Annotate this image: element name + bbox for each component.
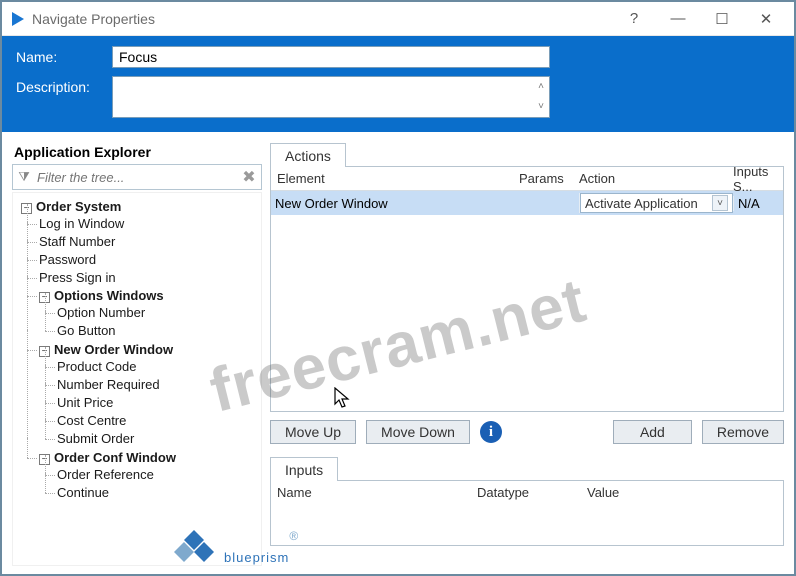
move-up-button[interactable]: Move Up	[270, 420, 356, 444]
clear-filter-icon[interactable]: ✖	[237, 167, 261, 187]
tree-item[interactable]: Unit Price	[57, 393, 261, 411]
col-params[interactable]: Params	[519, 171, 579, 186]
tree-item[interactable]: Order Conf Window	[54, 450, 176, 465]
tree-item[interactable]: Order Reference	[57, 465, 261, 483]
move-down-button[interactable]: Move Down	[366, 420, 470, 444]
col-datatype[interactable]: Datatype	[477, 485, 587, 500]
spin-up-icon[interactable]: ˄	[533, 76, 549, 96]
help-button[interactable]: ?	[612, 4, 656, 34]
tree-item[interactable]: Option Number	[57, 303, 261, 321]
application-tree[interactable]: −Order System Log in Window Staff Number…	[12, 192, 262, 566]
tree-item[interactable]: Options Windows	[54, 288, 164, 303]
tab-inputs[interactable]: Inputs	[270, 457, 338, 481]
col-action[interactable]: Action	[579, 171, 733, 186]
window-frame: Navigate Properties ? — ☐ ✕ Name: Descri…	[0, 0, 796, 576]
filter-icon: ⧩	[13, 169, 35, 185]
application-explorer-title: Application Explorer	[14, 144, 262, 160]
header-band: Name: Description: ˄ ˅	[2, 36, 794, 132]
add-button[interactable]: Add	[613, 420, 692, 444]
tree-item[interactable]: Go Button	[57, 321, 261, 339]
description-input[interactable]	[112, 76, 550, 118]
tab-actions[interactable]: Actions	[270, 143, 346, 167]
tree-item[interactable]: Staff Number	[39, 232, 261, 250]
remove-button[interactable]: Remove	[702, 420, 784, 444]
window-title: Navigate Properties	[32, 11, 612, 27]
action-dropdown[interactable]: Activate Application ˅	[580, 193, 733, 213]
application-explorer-panel: Application Explorer ⧩ ✖ −Order System L…	[12, 138, 262, 566]
col-name[interactable]: Name	[277, 485, 477, 500]
tree-root[interactable]: Order System	[36, 199, 121, 214]
col-value[interactable]: Value	[587, 485, 777, 500]
app-triangle-icon	[12, 12, 24, 26]
cell-element[interactable]: New Order Window	[271, 196, 519, 211]
tree-item[interactable]: New Order Window	[54, 342, 173, 357]
cell-inputs: N/A	[733, 196, 783, 211]
tree-item[interactable]: Press Sign in	[39, 268, 261, 286]
tree-item[interactable]: Submit Order	[57, 429, 261, 447]
filter-input[interactable]	[35, 166, 237, 188]
titlebar: Navigate Properties ? — ☐ ✕	[2, 2, 794, 36]
tree-item[interactable]: Continue	[57, 483, 261, 501]
tree-item[interactable]: Password	[39, 250, 261, 268]
inputs-grid: Name Datatype Value	[270, 480, 784, 546]
minimize-button[interactable]: —	[656, 4, 700, 34]
tree-item[interactable]: Cost Centre	[57, 411, 261, 429]
name-label: Name:	[16, 46, 112, 65]
close-button[interactable]: ✕	[744, 4, 788, 34]
col-element[interactable]: Element	[271, 171, 519, 186]
right-pane: Actions Element Params Action Inputs S..…	[270, 138, 784, 566]
col-inputs[interactable]: Inputs S...	[733, 164, 783, 194]
tree-item[interactable]: Number Required	[57, 375, 261, 393]
actions-grid: Element Params Action Inputs S... New Or…	[270, 166, 784, 412]
maximize-button[interactable]: ☐	[700, 4, 744, 34]
tree-item[interactable]: Product Code	[57, 357, 261, 375]
chevron-down-icon[interactable]: ˅	[712, 195, 728, 211]
info-icon[interactable]: i	[480, 421, 502, 443]
spin-down-icon[interactable]: ˅	[533, 96, 549, 116]
tree-item[interactable]: Log in Window	[39, 214, 261, 232]
name-input[interactable]	[112, 46, 550, 68]
description-label: Description:	[16, 76, 112, 95]
action-row[interactable]: New Order Window Activate Application ˅ …	[271, 191, 783, 215]
